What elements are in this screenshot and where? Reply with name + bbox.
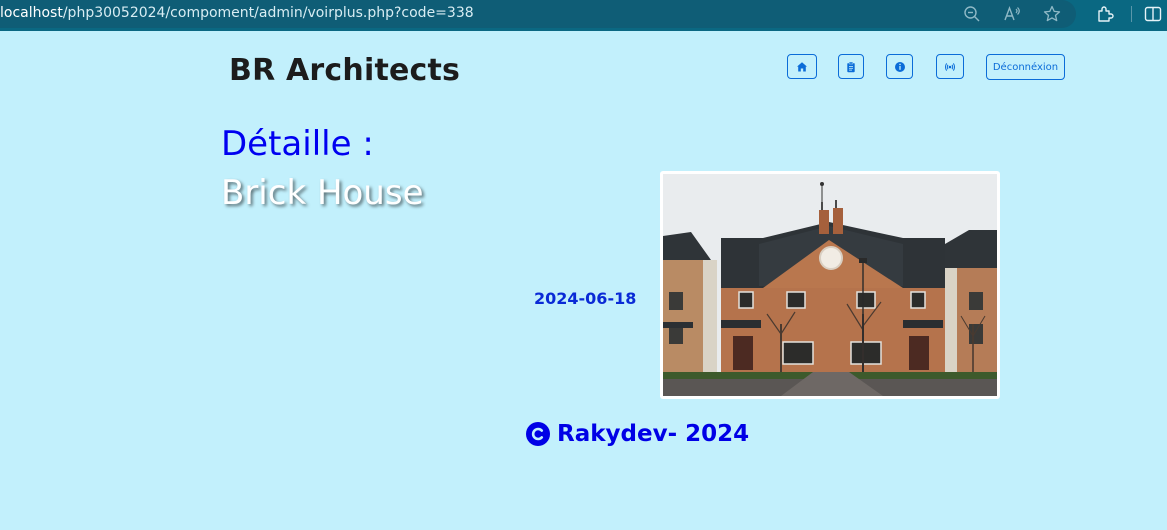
split-screen-icon[interactable] <box>1143 4 1163 24</box>
footer: Rakydev- 2024 <box>525 421 749 447</box>
toolbar-divider <box>1131 6 1132 22</box>
project-name: Brick House <box>221 173 424 213</box>
address-bar[interactable]: localhost/php30052024/compoment/admin/vo… <box>0 0 1076 28</box>
copyright-icon <box>526 422 550 446</box>
project-photo <box>660 171 1000 399</box>
site-title: BR Architects <box>229 53 461 88</box>
broadcast-icon <box>945 62 955 71</box>
project-date: 2024-06-18 <box>534 289 637 308</box>
read-aloud-icon[interactable] <box>1002 4 1022 24</box>
detail-heading: Détaille : <box>221 124 374 164</box>
address-url[interactable]: localhost/php30052024/compoment/admin/vo… <box>0 5 474 21</box>
nav-home-button[interactable] <box>787 54 817 79</box>
nav-projects-button[interactable] <box>838 54 864 79</box>
home-icon <box>797 61 807 71</box>
favorite-star-icon[interactable] <box>1042 4 1062 24</box>
house-photo <box>663 174 997 396</box>
logout-button[interactable]: Déconnéxion <box>986 54 1065 80</box>
zoom-out-icon[interactable] <box>962 4 982 24</box>
browser-toolbar: localhost/php30052024/compoment/admin/vo… <box>0 0 1167 31</box>
extensions-icon[interactable] <box>1095 4 1115 24</box>
nav-contact-button[interactable] <box>936 54 964 79</box>
url-host: localhost <box>0 5 63 21</box>
nav-info-button[interactable] <box>886 54 913 79</box>
footer-text: Rakydev- 2024 <box>557 421 750 447</box>
url-path: /php30052024/compoment/admin/voirplus.ph… <box>62 5 474 21</box>
clipboard-icon <box>847 61 855 72</box>
info-icon <box>894 61 905 72</box>
